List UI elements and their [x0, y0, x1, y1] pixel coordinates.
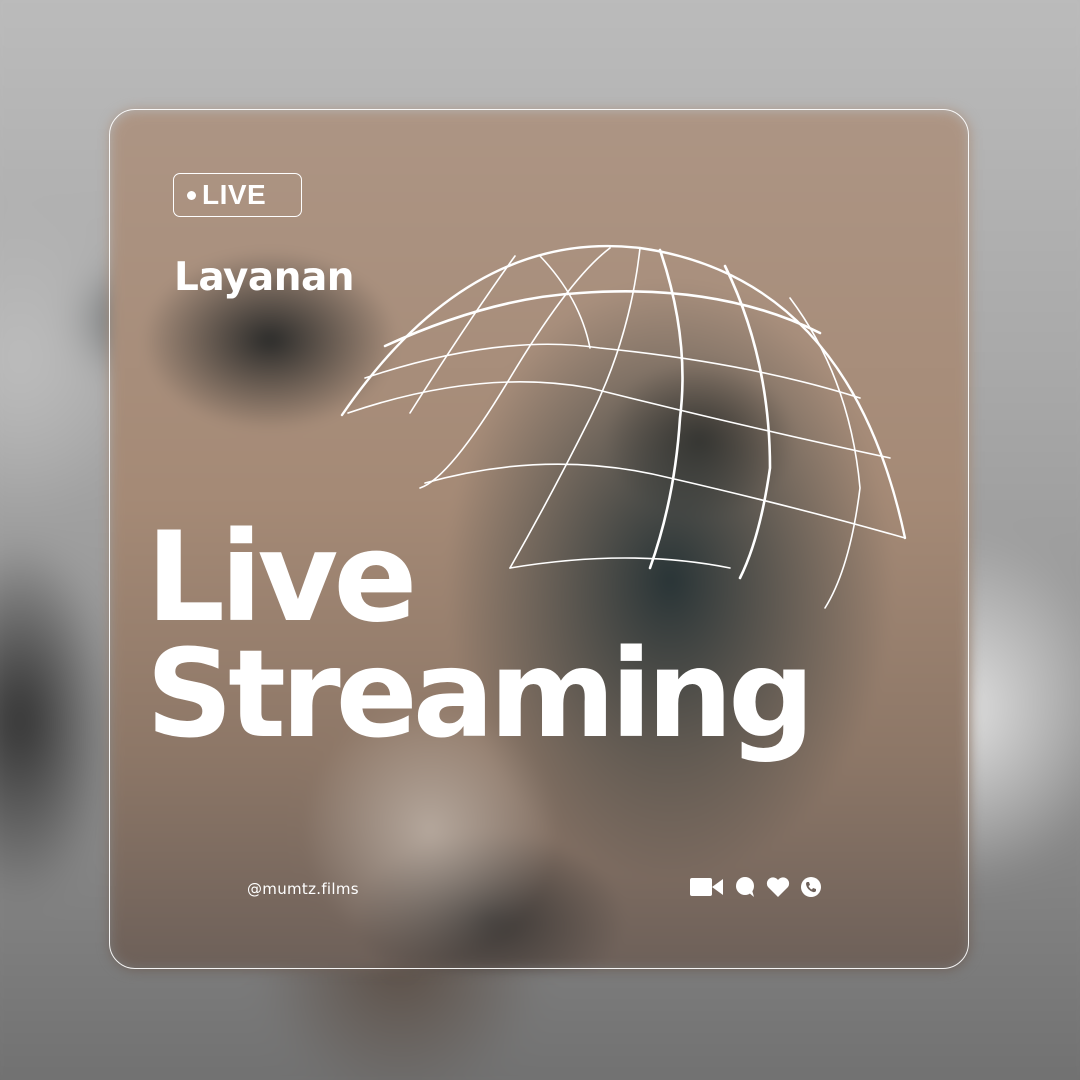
phone-icon — [800, 876, 822, 902]
globe-icon — [340, 244, 907, 609]
social-handle: @mumtz.films — [247, 880, 359, 898]
poster: LIVE Layanan Live Streaming @mumtz.films — [0, 0, 1080, 1080]
service-label: Layanan — [174, 255, 355, 300]
video-camera-icon — [690, 877, 724, 901]
headline-live: Live — [146, 506, 417, 650]
live-badge: LIVE — [173, 173, 302, 217]
chat-bubble-icon — [734, 876, 756, 902]
contact-icons — [690, 876, 822, 902]
headline-streaming: Streaming — [146, 624, 815, 765]
heart-icon — [766, 876, 790, 902]
live-dot-icon — [187, 190, 196, 200]
live-badge-label: LIVE — [202, 179, 267, 210]
